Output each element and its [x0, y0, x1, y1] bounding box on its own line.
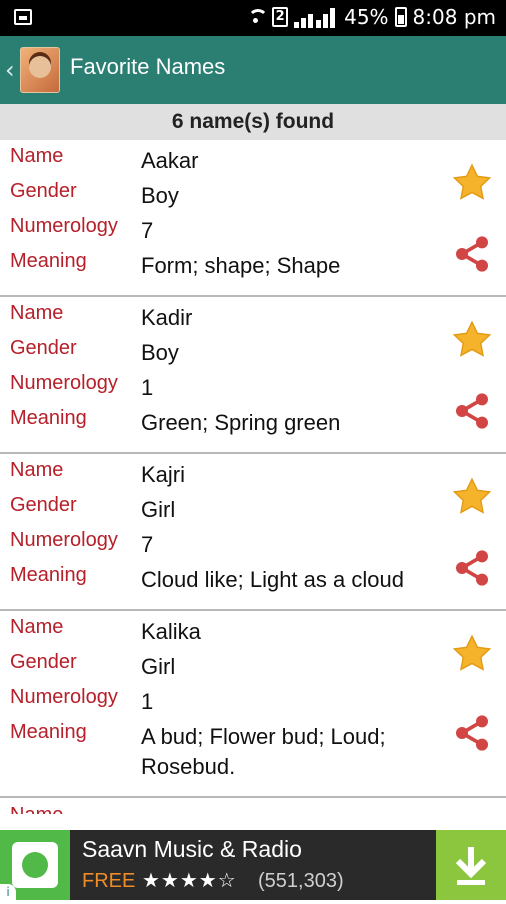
list-item[interactable]: Name Kadir Gender Boy Numerology 1 Meaning G…: [0, 297, 506, 454]
gender-value: Boy: [141, 183, 179, 208]
numerology-label: Numerology: [10, 529, 118, 551]
share-icon[interactable]: [452, 232, 492, 276]
gender-label: Gender: [10, 651, 77, 673]
download-button[interactable]: [436, 830, 506, 900]
numerology-value: 1: [141, 689, 154, 714]
list-item[interactable]: Name Aakar Gender Boy Numerology 7 Meaning F…: [0, 140, 506, 297]
gender-value: Girl: [141, 497, 176, 522]
numerology-value: 7: [141, 218, 154, 243]
name-label: Name: [10, 804, 63, 814]
list-item[interactable]: Name: [0, 798, 506, 818]
status-bar: 2 45% 8:08 pm: [0, 0, 506, 36]
meaning-value: Cloud like; Light as a cloud: [141, 567, 404, 592]
wifi-icon: [246, 7, 269, 27]
gallery-icon: [14, 9, 32, 25]
meaning-value: Green; Spring green: [141, 410, 341, 435]
meaning-value: A bud; Flower bud; Loud; Rosebud.: [141, 724, 386, 779]
meaning-label: Meaning: [10, 407, 87, 429]
ad-banner[interactable]: Saavn Music & Radio FREE ★★★★☆ (551,303)…: [0, 830, 506, 900]
ad-rating-count: (551,303): [258, 870, 344, 892]
app-logo[interactable]: [20, 47, 60, 93]
app-title: Favorite Names: [70, 54, 226, 79]
favorite-star-icon[interactable]: [451, 162, 493, 204]
favorite-star-icon[interactable]: [451, 319, 493, 361]
list-item[interactable]: Name Kajri Gender Girl Numerology 7 Meaning…: [0, 454, 506, 611]
share-icon[interactable]: [452, 711, 492, 755]
share-icon[interactable]: [452, 389, 492, 433]
meaning-label: Meaning: [10, 564, 87, 586]
sim-icon: 2: [272, 7, 289, 27]
gender-value: Girl: [141, 654, 176, 679]
meaning-value: Form; shape; Shape: [141, 253, 341, 278]
battery-percent: 45%: [344, 5, 389, 29]
back-icon[interactable]: ‹: [5, 56, 15, 84]
status-bar-right: 2 45% 8:08 pm: [246, 5, 496, 29]
meaning-label: Meaning: [10, 250, 87, 272]
name-label: Name: [10, 616, 64, 638]
numerology-value: 1: [141, 375, 154, 400]
name-label: Name: [10, 459, 64, 481]
name-value: Kadir: [141, 305, 193, 330]
numerology-value: 7: [141, 532, 154, 557]
numerology-label: Numerology: [10, 686, 118, 708]
name-value: Aakar: [141, 148, 199, 173]
download-icon: [455, 847, 487, 885]
name-value: Kajri: [141, 462, 186, 487]
favorite-names-list: Name Aakar Gender Boy Numerology 7 Meaning F…: [0, 140, 506, 818]
share-icon[interactable]: [452, 546, 492, 590]
name-label: Name: [10, 302, 64, 324]
favorite-star-icon[interactable]: [451, 476, 493, 518]
numerology-label: Numerology: [10, 215, 118, 237]
ad-rating-stars: ★★★★☆: [142, 868, 237, 892]
gender-label: Gender: [10, 494, 77, 516]
results-count: 6 name(s) found: [0, 104, 506, 140]
ad-price: FREE: [82, 870, 136, 892]
meaning-label: Meaning: [10, 721, 87, 743]
clock: 8:08 pm: [412, 5, 496, 29]
battery-icon: [394, 7, 407, 27]
ad-title[interactable]: Saavn Music & Radio: [82, 836, 302, 863]
gender-label: Gender: [10, 180, 77, 202]
gender-label: Gender: [10, 337, 77, 359]
app-bar: ‹ Favorite Names: [0, 36, 506, 104]
name-value: Kalika: [141, 619, 201, 644]
favorite-star-icon[interactable]: [451, 633, 493, 675]
signal-icon: [294, 6, 338, 28]
list-item[interactable]: Name Kalika Gender Girl Numerology 1 Meanin…: [0, 611, 506, 798]
numerology-label: Numerology: [10, 372, 118, 394]
name-label: Name: [10, 145, 64, 167]
gender-value: Boy: [141, 340, 179, 365]
ad-info-icon[interactable]: i: [0, 884, 16, 900]
